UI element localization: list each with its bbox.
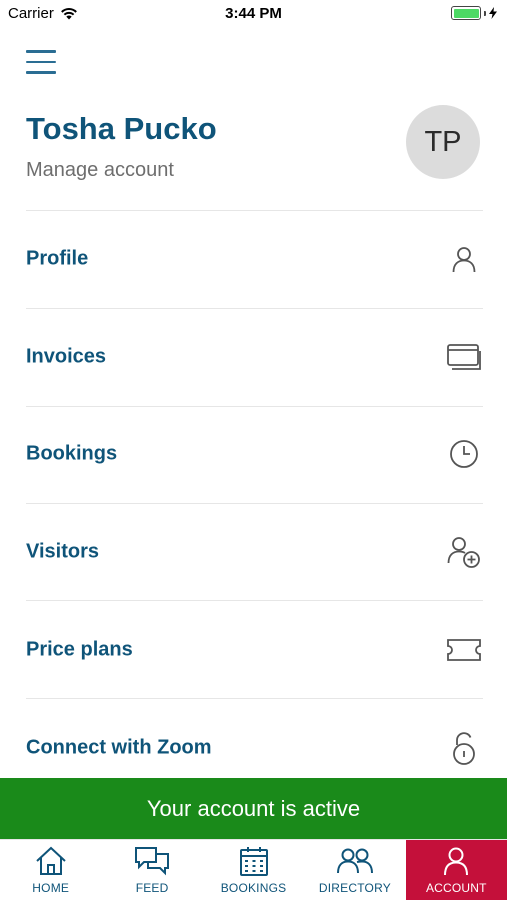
- cards-icon: [447, 340, 481, 374]
- menu-item-label: Price plans: [26, 638, 133, 661]
- home-icon: [35, 845, 67, 877]
- menu-item-profile[interactable]: Profile: [0, 229, 507, 289]
- ticket-icon: [447, 633, 481, 667]
- avatar-initials: TP: [424, 125, 462, 158]
- divider: [26, 600, 483, 601]
- tab-label: DIRECTORY: [318, 881, 391, 895]
- menu-item-price-plans[interactable]: Price plans: [0, 620, 507, 680]
- clock: 3:44 PM: [225, 5, 282, 22]
- divider: [26, 210, 483, 211]
- tab-label: BOOKINGS: [220, 881, 287, 895]
- divider: [26, 308, 483, 309]
- divider: [26, 503, 483, 504]
- tab-home[interactable]: HOME: [0, 840, 101, 900]
- tab-bookings[interactable]: BOOKINGS: [203, 840, 304, 900]
- menu-item-invoices[interactable]: Invoices: [0, 327, 507, 387]
- add-person-icon: [447, 535, 481, 569]
- calendar-icon: [239, 845, 268, 877]
- unlock-icon: [447, 731, 481, 765]
- menu-item-bookings[interactable]: Bookings: [0, 424, 507, 484]
- people-icon: [336, 845, 373, 877]
- account-status-banner: Your account is active: [0, 778, 507, 839]
- charging-icon: [489, 7, 497, 19]
- battery-icon: [451, 6, 497, 20]
- tab-label: FEED: [135, 881, 169, 895]
- person-icon: [443, 845, 469, 877]
- banner-text: Your account is active: [146, 795, 361, 821]
- status-bar: Carrier 3:44 PM: [0, 0, 507, 28]
- tab-directory[interactable]: DIRECTORY: [304, 840, 405, 900]
- menu-item-label: Profile: [26, 247, 89, 270]
- manage-account-link[interactable]: Manage account: [26, 159, 174, 182]
- menu-item-label: Invoices: [26, 345, 107, 368]
- menu-item-label: Bookings: [26, 442, 118, 465]
- clock-icon: [447, 437, 481, 471]
- tab-account[interactable]: ACCOUNT: [405, 840, 507, 900]
- menu-item-label: Visitors: [26, 540, 99, 563]
- person-icon: [447, 242, 481, 276]
- menu-item-visitors[interactable]: Visitors: [0, 522, 507, 582]
- user-name: Tosha Pucko: [26, 111, 217, 146]
- tab-label: HOME: [32, 881, 70, 895]
- tab-label: ACCOUNT: [425, 881, 487, 895]
- menu-item-connect-zoom[interactable]: Connect with Zoom: [0, 718, 507, 778]
- tab-feed[interactable]: FEED: [101, 840, 202, 900]
- tab-bar: HOME FEED BOOKINGS DIRECTORY ACCOUNT: [0, 839, 507, 900]
- avatar[interactable]: TP: [406, 105, 480, 179]
- menu-item-label: Connect with Zoom: [26, 736, 212, 759]
- divider: [26, 698, 483, 699]
- hamburger-menu-icon[interactable]: [26, 50, 56, 74]
- divider: [26, 406, 483, 407]
- chat-icon: [135, 845, 170, 877]
